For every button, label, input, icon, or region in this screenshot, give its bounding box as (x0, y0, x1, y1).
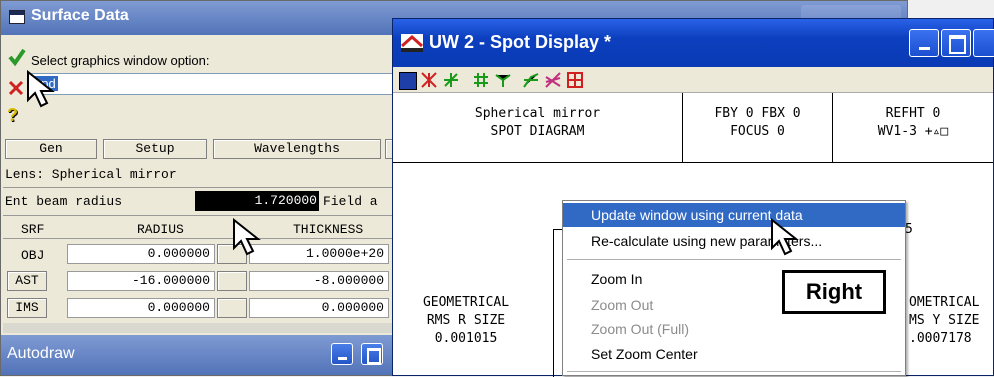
menu-separator (567, 259, 901, 260)
maximize-button[interactable] (941, 29, 971, 57)
radius-cell[interactable]: 0.000000 (67, 244, 215, 264)
ent-beam-value[interactable]: 1.720000 (195, 191, 319, 211)
thickness-cell[interactable]: -8.000000 (249, 271, 389, 291)
col-radius: RADIUS (137, 222, 184, 237)
close-button[interactable] (973, 29, 994, 57)
rms-y-value: .0007178 (909, 331, 972, 346)
thickness-cell[interactable]: 1.0000e+20 (249, 244, 389, 264)
header-cell-lens: Spherical mirror SPOT DIAGRAM (393, 93, 683, 163)
maximize-icon (949, 35, 966, 54)
col-srf: SRF (21, 222, 45, 237)
plot-frame-left (553, 229, 554, 377)
wavefront-icon[interactable] (567, 72, 583, 88)
aberration-icon[interactable] (523, 72, 539, 88)
table-icon (9, 10, 25, 24)
divider (3, 238, 395, 239)
header-plot-type: SPOT DIAGRAM (490, 124, 585, 139)
header-field: FBY 0 FBX 0 (714, 106, 801, 121)
wavelengths-button[interactable]: Wavelengths (213, 139, 381, 159)
menu-item-zoom-out-full[interactable]: Zoom Out (Full) (563, 317, 905, 341)
right-click-callout: Right (782, 270, 886, 314)
field-label: Field a (323, 194, 378, 209)
help-icon[interactable]: ? (7, 105, 18, 126)
spot-display-titlebar[interactable]: UW 2 - Spot Display * (393, 19, 994, 67)
tab-bar: Gen Setup Wavelengths (3, 139, 397, 161)
cursor-icon (771, 218, 799, 256)
rms-y-line-1: OMETRICAL (909, 295, 980, 310)
header-focus: FOCUS 0 (730, 124, 785, 139)
menu-separator (567, 371, 901, 372)
minimize-button[interactable] (909, 29, 939, 57)
command-panel: Select graphics window option: upd ? (3, 35, 395, 139)
cursor-icon (233, 218, 261, 256)
menu-item-update-window[interactable]: Update window using current data (563, 203, 905, 227)
rms-y-line-2: MS Y SIZE (909, 313, 980, 328)
autodraw-titlebar[interactable]: Autodraw (1, 335, 395, 375)
menu-item-set-zoom-center[interactable]: Set Zoom Center (563, 342, 905, 366)
solve-button[interactable] (217, 271, 247, 291)
graphics-toolbar (393, 67, 993, 93)
cursor-icon (27, 70, 55, 108)
rms-r-value: 0.001015 (434, 331, 498, 346)
rms-r-line-1: GEOMETRICAL (422, 295, 510, 310)
rms-r-size-label: GEOMETRICAL RMS R SIZE 0.001015 (401, 294, 531, 348)
srf-label: OBJ (21, 248, 45, 263)
ray-fan-icon[interactable] (443, 72, 459, 88)
header-lens-name: Spherical mirror (474, 106, 601, 121)
ent-beam-label: Ent beam radius (5, 194, 123, 209)
minimize-icon (338, 357, 347, 360)
surface-button-ast[interactable]: AST (7, 271, 47, 291)
minimize-icon (919, 47, 930, 50)
fan-icon[interactable] (495, 72, 511, 88)
autodraw-title: Autodraw (7, 345, 75, 362)
col-thickness: THICKNESS (293, 222, 364, 237)
lens-label: Lens: Spherical mirror (5, 167, 177, 182)
gen-button[interactable]: Gen (5, 139, 97, 159)
surface-data-title: Surface Data (31, 7, 129, 24)
radius-cell[interactable]: 0.000000 (67, 298, 215, 318)
rms-r-line-2: RMS R SIZE (426, 313, 506, 328)
radius-cell[interactable]: -16.000000 (67, 271, 215, 291)
grid-icon[interactable] (399, 72, 417, 90)
minimize-button[interactable] (331, 343, 353, 365)
partial-number: 5 (905, 222, 913, 237)
solve-button[interactable] (217, 298, 247, 318)
rms-y-size-label: OMETRICAL MS Y SIZE .0007178 (909, 294, 994, 348)
spot-icon[interactable] (473, 72, 489, 88)
scroll-spacer (3, 323, 395, 333)
cross-lines-icon[interactable] (421, 72, 437, 88)
thickness-cell[interactable]: 0.000000 (249, 298, 389, 318)
divider (3, 187, 395, 188)
spot-header: Spherical mirror SPOT DIAGRAM FBY 0 FBX … (393, 93, 993, 163)
setup-button[interactable]: Setup (103, 139, 207, 159)
cancel-x-icon[interactable] (7, 79, 25, 97)
command-input[interactable]: upd (29, 73, 395, 95)
header-refht: REFHT 0 (885, 106, 941, 121)
app-icon (401, 34, 423, 52)
header-cell-ref: REFHT 0 WV1-3 +▵□ (833, 93, 993, 163)
mtf-icon[interactable] (545, 72, 561, 88)
spot-display-title: UW 2 - Spot Display * (429, 32, 612, 52)
header-cell-field: FBY 0 FBX 0 FOCUS 0 (683, 93, 833, 163)
header-wavelengths: WV1-3 +▵□ (877, 124, 949, 139)
menu-item-recalculate[interactable]: Re-calculate using new parameters... (563, 229, 905, 253)
maximize-icon (367, 348, 381, 364)
prompt-text: Select graphics window option: (31, 53, 210, 68)
surface-button-ims[interactable]: IMS (7, 298, 47, 318)
checkmark-icon[interactable] (7, 47, 27, 67)
maximize-button[interactable] (361, 343, 383, 365)
divider (3, 215, 395, 216)
